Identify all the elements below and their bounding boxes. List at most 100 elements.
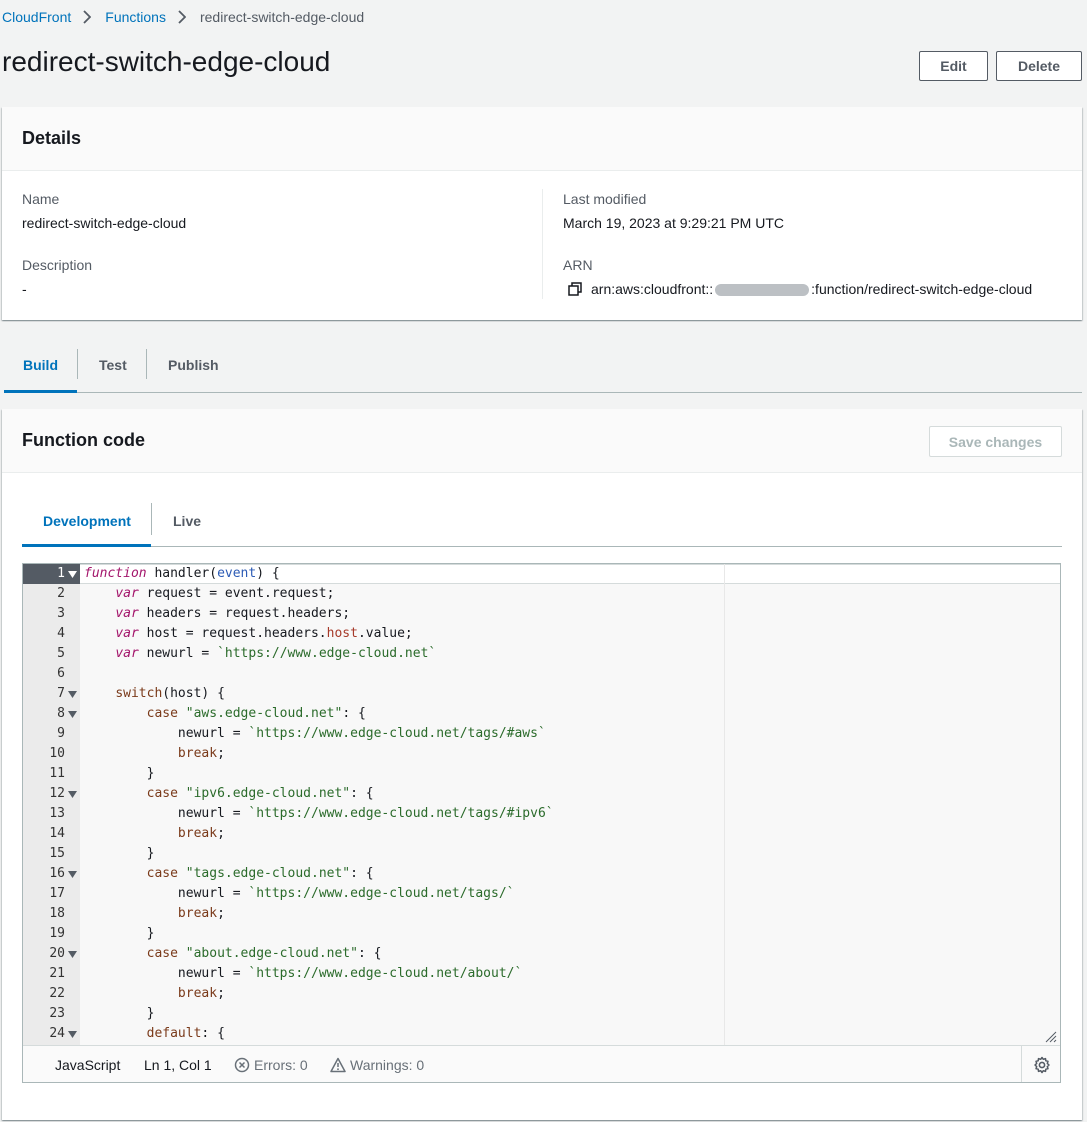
code-text: var host = request.headers.host.value;	[115, 626, 413, 641]
line-number: 4	[57, 626, 65, 641]
code-line: 11 }	[23, 764, 1060, 784]
fold-arrow-icon[interactable]	[67, 684, 77, 704]
arn-label: ARN	[563, 257, 593, 273]
code-line: 16 case "tags.edge-cloud.net": {	[23, 864, 1060, 884]
code-line: 6	[23, 664, 1060, 684]
code-line: 18 break;	[23, 904, 1060, 924]
fold-arrow-icon[interactable]	[67, 564, 77, 584]
line-number: 19	[49, 926, 65, 941]
code-line: 15 }	[23, 844, 1060, 864]
fold-arrow-icon[interactable]	[67, 944, 77, 964]
code-text: }	[84, 766, 155, 781]
errors-text: Errors: 0	[254, 1056, 308, 1073]
page-title: redirect-switch-edge-cloud	[2, 46, 331, 77]
code-line: 14 break;	[23, 824, 1060, 844]
fold-arrow-icon[interactable]	[67, 784, 77, 804]
tab-test[interactable]: Test	[99, 340, 127, 390]
arn-suffix: :function/redirect-switch-edge-cloud	[811, 281, 1033, 297]
fold-arrow-icon[interactable]	[67, 864, 77, 884]
code-line: 1 function handler(event) {	[23, 564, 1060, 584]
breadcrumb-current: redirect-switch-edge-cloud	[199, 9, 365, 25]
line-number: 8	[57, 706, 65, 721]
cursor-position: Ln 1, Col 1	[144, 1056, 212, 1073]
code-text: var request = event.request;	[115, 586, 335, 601]
code-line: 22 break;	[23, 984, 1060, 1004]
save-changes-button[interactable]: Save changes	[929, 426, 1062, 457]
line-number: 20	[49, 946, 65, 961]
code-subtabs: Development Live	[22, 496, 1062, 547]
language-indicator[interactable]: JavaScript	[55, 1057, 120, 1073]
editor-statusbar: JavaScript Ln 1, Col 1 Errors: 0 Warning…	[23, 1045, 1060, 1082]
code-text: default: {	[146, 1026, 225, 1041]
line-number: 6	[57, 666, 65, 681]
code-text: newurl = `https://www.edge-cloud.net/tag…	[84, 726, 546, 741]
code-text: }	[84, 926, 155, 941]
line-number: 22	[49, 986, 65, 1001]
line-number: 17	[49, 886, 65, 901]
code-text: switch(host) {	[115, 686, 225, 701]
description-value: -	[22, 281, 27, 297]
code-line: 4 var host = request.headers.host.value;	[23, 624, 1060, 644]
line-number: 13	[49, 806, 65, 821]
description-label: Description	[22, 257, 93, 273]
details-title: Details	[22, 128, 82, 148]
edit-button[interactable]: Edit	[919, 51, 988, 81]
name-value: redirect-switch-edge-cloud	[22, 215, 187, 231]
warnings-indicator[interactable]: Warnings: 0	[330, 1057, 424, 1073]
details-panel: Details Name redirect-switch-edge-cloud …	[2, 107, 1082, 320]
copy-icon[interactable]	[568, 282, 582, 296]
code-line: 9 newurl = `https://www.edge-cloud.net/t…	[23, 724, 1060, 744]
code-text: newurl = `https://www.edge-cloud.net/abo…	[84, 966, 523, 981]
errors-indicator[interactable]: Errors: 0	[234, 1057, 308, 1073]
code-text: newurl = `https://www.edge-cloud.net/tag…	[84, 806, 554, 821]
code-line: 7 switch(host) {	[23, 684, 1060, 704]
line-number: 5	[57, 646, 65, 661]
fold-arrow-icon[interactable]	[67, 1024, 77, 1044]
arn-value: arn:aws:cloudfront:::function/redirect-s…	[591, 281, 1032, 297]
resize-handle-icon[interactable]	[1045, 1030, 1057, 1043]
tab-publish[interactable]: Publish	[168, 340, 219, 390]
warnings-text: Warnings: 0	[350, 1056, 425, 1073]
line-number: 23	[49, 1006, 65, 1021]
last-modified-value: March 19, 2023 at 9:29:21 PM UTC	[563, 215, 784, 231]
code-line: 21 newurl = `https://www.edge-cloud.net/…	[23, 964, 1060, 984]
delete-button[interactable]: Delete	[996, 51, 1082, 81]
breadcrumb-functions[interactable]: Functions	[105, 9, 166, 25]
code-text: }	[84, 846, 155, 861]
subtab-development[interactable]: Development	[43, 496, 131, 546]
code-text: case "about.edge-cloud.net": {	[146, 946, 382, 961]
breadcrumb: CloudFront Functions redirect-switch-edg…	[2, 8, 364, 26]
details-divider	[542, 189, 543, 299]
code-editor[interactable]: 1 function handler(event) { 2 var request…	[22, 563, 1061, 1083]
tab-separator	[77, 349, 78, 379]
line-number: 7	[57, 686, 65, 701]
breadcrumb-cloudfront[interactable]: CloudFront	[2, 9, 71, 25]
tab-build[interactable]: Build	[23, 340, 58, 390]
line-number: 15	[49, 846, 65, 861]
line-number: 12	[49, 786, 65, 801]
code-line: 20 case "about.edge-cloud.net": {	[23, 944, 1060, 964]
tab-separator	[146, 349, 147, 379]
code-text: case "ipv6.edge-cloud.net": {	[146, 786, 374, 801]
code-text: function handler(event) {	[84, 566, 280, 581]
code-line: 17 newurl = `https://www.edge-cloud.net/…	[23, 884, 1060, 904]
last-modified-label: Last modified	[563, 191, 647, 207]
code-text: case "aws.edge-cloud.net": {	[146, 706, 366, 721]
code-text: break;	[177, 986, 225, 1001]
code-text: newurl = `https://www.edge-cloud.net/tag…	[84, 886, 515, 901]
settings-gear-icon[interactable]	[1033, 1056, 1051, 1074]
line-number: 2	[57, 586, 65, 601]
fold-arrow-icon[interactable]	[67, 704, 77, 724]
line-number: 9	[57, 726, 65, 741]
line-number: 11	[49, 766, 65, 781]
code-line: 2 var request = event.request;	[23, 584, 1060, 604]
line-number: 3	[57, 606, 65, 621]
code-text: var newurl = `https://www.edge-cloud.net…	[115, 646, 437, 661]
code-text: break;	[177, 746, 225, 761]
error-circle-icon	[234, 1057, 250, 1073]
tab-build-underline	[4, 390, 77, 393]
subtab-live[interactable]: Live	[173, 496, 201, 546]
line-number: 24	[49, 1026, 65, 1041]
code-line: 23 }	[23, 1004, 1060, 1024]
code-line: 8 case "aws.edge-cloud.net": {	[23, 704, 1060, 724]
